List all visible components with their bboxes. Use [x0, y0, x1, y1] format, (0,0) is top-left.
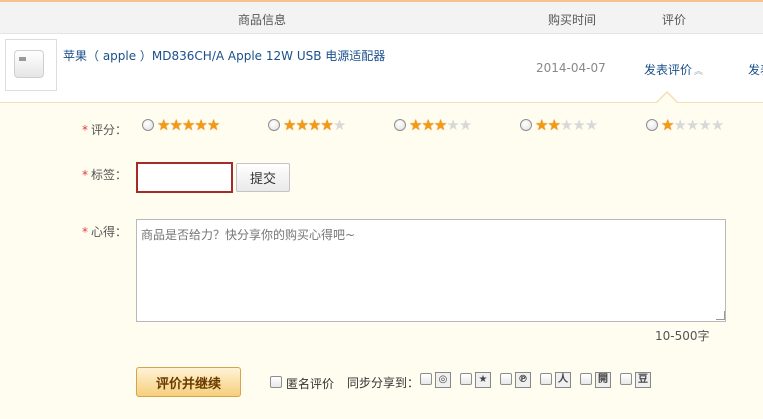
product-thumbnail[interactable] [5, 39, 57, 91]
panel-caret-inner [656, 93, 678, 104]
renren-icon[interactable]: 人 [555, 372, 571, 388]
required-mark: * [82, 168, 88, 182]
star-icon: ★ [446, 116, 459, 134]
douban-icon[interactable]: 豆 [635, 372, 651, 388]
rate-link-label: 发表评价 [644, 63, 693, 77]
experience-label-text: 心得： [91, 225, 128, 239]
star-rating-5[interactable]: ★★★★★ [157, 116, 220, 134]
star-rating-4[interactable]: ★★★★★ [283, 116, 346, 134]
star-icon: ★ [409, 116, 422, 134]
score-radio-4[interactable] [268, 119, 280, 131]
score-label-text: 评分： [91, 123, 128, 137]
power-adapter-image [14, 50, 44, 78]
share-checkbox-kaixin[interactable] [580, 373, 592, 385]
qzone-icon[interactable]: ★ [475, 372, 491, 388]
star-icon: ★ [685, 116, 699, 134]
star-icon: ★ [433, 116, 447, 134]
star-icon: ★ [458, 116, 472, 134]
star-icon: ★ [169, 116, 182, 134]
rate-link[interactable]: 发表评价 ︽ [644, 61, 703, 78]
share-checkbox-qzone[interactable] [460, 373, 472, 385]
required-mark: * [82, 123, 88, 137]
purchase-date: 2014-04-07 [536, 61, 606, 75]
star-icon: ★ [547, 116, 560, 134]
star-icon: ★ [194, 116, 207, 134]
required-mark: * [82, 225, 88, 239]
tag-input[interactable] [136, 162, 233, 193]
resize-handle-icon[interactable] [716, 311, 725, 320]
star-icon: ★ [559, 116, 573, 134]
star-icon: ★ [332, 116, 346, 134]
tag-label: * 标签： [82, 166, 127, 183]
char-limit: 10-500字 [655, 329, 710, 343]
star-icon: ★ [572, 116, 585, 134]
chevron-up-icon: ︽ [694, 67, 704, 77]
rate-link-next[interactable]: 发表 [748, 61, 763, 78]
star-icon: ★ [320, 116, 333, 134]
pengyou-icon[interactable]: ℗ [515, 372, 531, 388]
star-rating-3[interactable]: ★★★★★ [409, 116, 472, 134]
kaixin-icon[interactable]: 開 [595, 372, 611, 388]
star-icon: ★ [295, 116, 308, 134]
anonymous-checkbox[interactable] [270, 376, 282, 388]
star-icon: ★ [661, 116, 674, 134]
star-icon: ★ [710, 116, 724, 134]
share-checkbox-renren[interactable] [540, 373, 552, 385]
score-radio-1[interactable] [646, 119, 658, 131]
header-product-info: 商品信息 [238, 13, 287, 27]
header-purchase-time: 购买时间 [548, 13, 597, 27]
star-icon: ★ [584, 116, 598, 134]
submit-review-button[interactable]: 评价并继续 [136, 367, 241, 397]
score-radio-3[interactable] [394, 119, 406, 131]
product-title-link[interactable]: 苹果（ apple ）MD836CH/A Apple 12W USB 电源适配器 [63, 47, 385, 64]
score-label: * 评分： [82, 121, 127, 138]
share-checkbox-sina-weibo[interactable] [420, 373, 432, 385]
star-icon: ★ [421, 116, 434, 134]
share-checkbox-pengyou[interactable] [500, 373, 512, 385]
star-icon: ★ [535, 116, 548, 134]
sina-weibo-icon[interactable]: ◎ [435, 372, 451, 388]
header-rating: 评价 [662, 13, 687, 27]
share-checkbox-douban[interactable] [620, 373, 632, 385]
share-label: 同步分享到： [347, 376, 420, 390]
star-rating-1[interactable]: ★★★★★ [661, 116, 724, 134]
table-header: 商品信息 购买时间 评价 [0, 0, 763, 34]
experience-label: * 心得： [82, 223, 127, 240]
star-icon: ★ [307, 116, 321, 134]
anonymous-label: 匿名评价 [286, 377, 335, 391]
star-icon: ★ [206, 116, 220, 134]
star-icon: ★ [157, 116, 170, 134]
star-rating-2[interactable]: ★★★★★ [535, 116, 598, 134]
tag-label-text: 标签： [91, 168, 128, 182]
star-icon: ★ [673, 116, 686, 134]
star-icon: ★ [283, 116, 296, 134]
tag-submit-button[interactable]: 提交 [236, 163, 290, 192]
score-radio-5[interactable] [142, 119, 154, 131]
score-radio-2[interactable] [520, 119, 532, 131]
star-icon: ★ [181, 116, 195, 134]
star-icon: ★ [698, 116, 711, 134]
product-row: 苹果（ apple ）MD836CH/A Apple 12W USB 电源适配器… [0, 34, 763, 102]
experience-textarea[interactable] [136, 219, 726, 322]
